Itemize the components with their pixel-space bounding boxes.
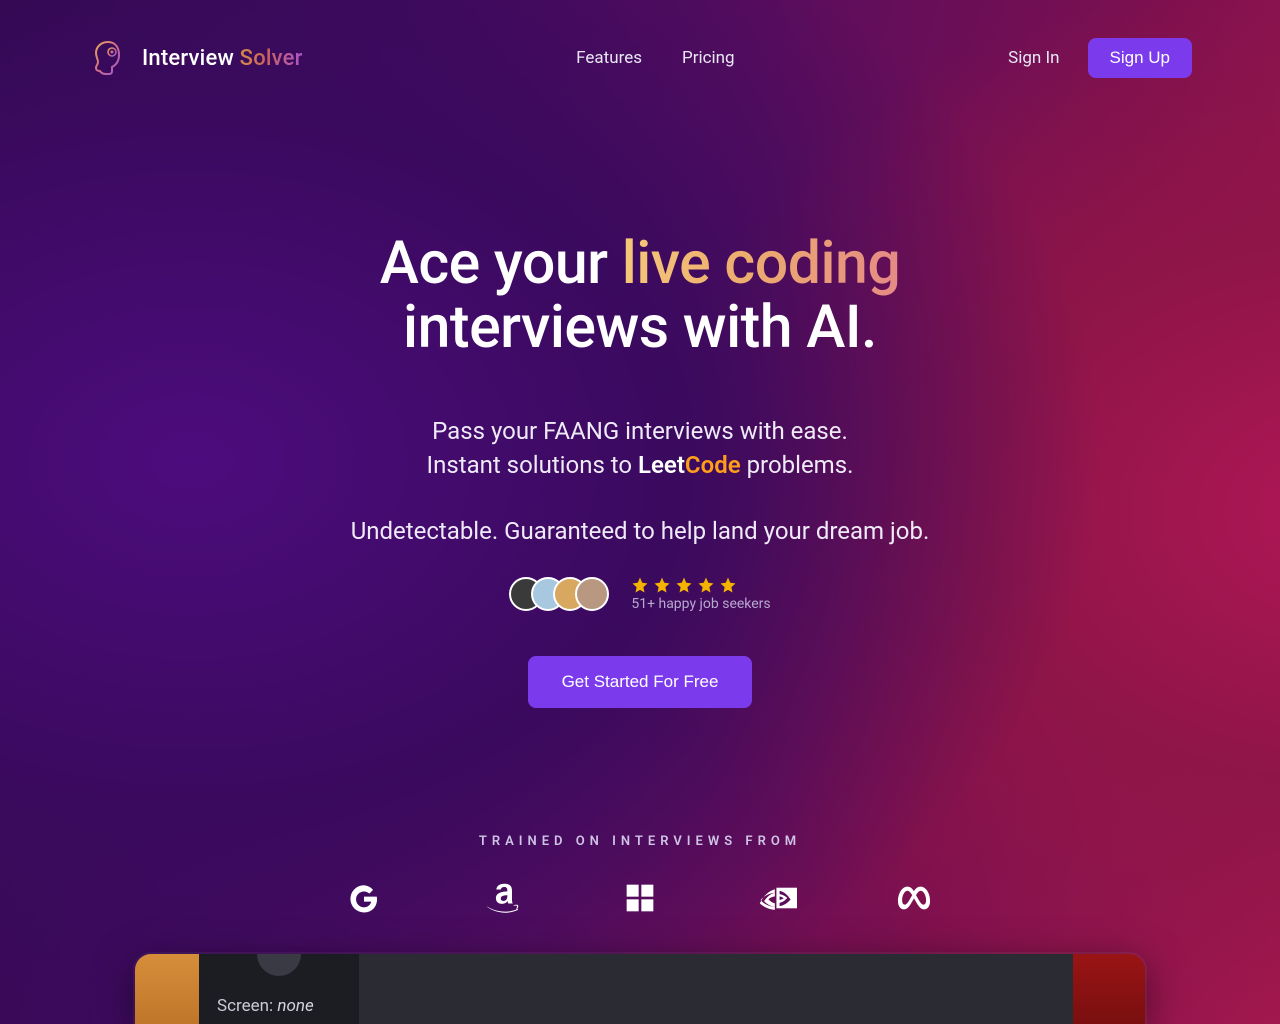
star-icon — [675, 576, 693, 594]
company-logos — [0, 881, 1280, 915]
demo-preview: Screen: none — [135, 954, 1145, 1024]
meta-icon — [897, 881, 935, 915]
star-icon — [719, 576, 737, 594]
nav-features[interactable]: Features — [576, 48, 642, 68]
sub-line-3: Undetectable. Guaranteed to help land yo… — [0, 515, 1280, 549]
header: Interview Solver Features Pricing Sign I… — [0, 0, 1280, 92]
seekers-text: 51+ happy job seekers — [631, 596, 770, 612]
amazon-icon — [483, 881, 521, 915]
cta-row: Get Started For Free — [0, 656, 1280, 708]
nvidia-icon — [759, 881, 797, 915]
sign-in-link[interactable]: Sign In — [1008, 48, 1059, 68]
star-row — [631, 576, 770, 594]
brand[interactable]: Interview Solver — [88, 38, 303, 78]
hero-headline: Ace your live coding interviews with AI. — [0, 232, 1280, 359]
brand-logo-icon — [88, 38, 128, 78]
avatar-stack — [509, 577, 609, 611]
demo-screen-label: Screen: none — [217, 996, 343, 1016]
brand-name: Interview Solver — [142, 46, 303, 71]
star-icon — [631, 576, 649, 594]
nav-center: Features Pricing — [576, 48, 734, 68]
get-started-button[interactable]: Get Started For Free — [528, 656, 753, 708]
avatar — [575, 577, 609, 611]
trained-on-section: TRAINED ON INTERVIEWS FROM — [0, 834, 1280, 915]
rating-block: 51+ happy job seekers — [631, 576, 770, 612]
demo-main-panel — [359, 954, 1073, 1024]
sub-line-2: Instant solutions to LeetCode problems. — [0, 449, 1280, 483]
trained-on-label: TRAINED ON INTERVIEWS FROM — [0, 834, 1280, 849]
demo-sidebar: Screen: none — [199, 954, 359, 1024]
sign-up-button[interactable]: Sign Up — [1088, 38, 1192, 78]
nav-right: Sign In Sign Up — [1008, 38, 1192, 78]
google-icon — [345, 881, 383, 915]
social-proof: 51+ happy job seekers — [0, 576, 1280, 612]
star-icon — [697, 576, 715, 594]
sub-line-1: Pass your FAANG interviews with ease. — [0, 415, 1280, 449]
demo-left-edge — [135, 954, 199, 1024]
demo-right-edge — [1073, 954, 1145, 1024]
demo-avatar-placeholder — [257, 954, 301, 976]
hero: Ace your live coding interviews with AI.… — [0, 232, 1280, 708]
hero-subhead: Pass your FAANG interviews with ease. In… — [0, 415, 1280, 548]
nav-pricing[interactable]: Pricing — [682, 48, 735, 68]
microsoft-icon — [621, 881, 659, 915]
star-icon — [653, 576, 671, 594]
